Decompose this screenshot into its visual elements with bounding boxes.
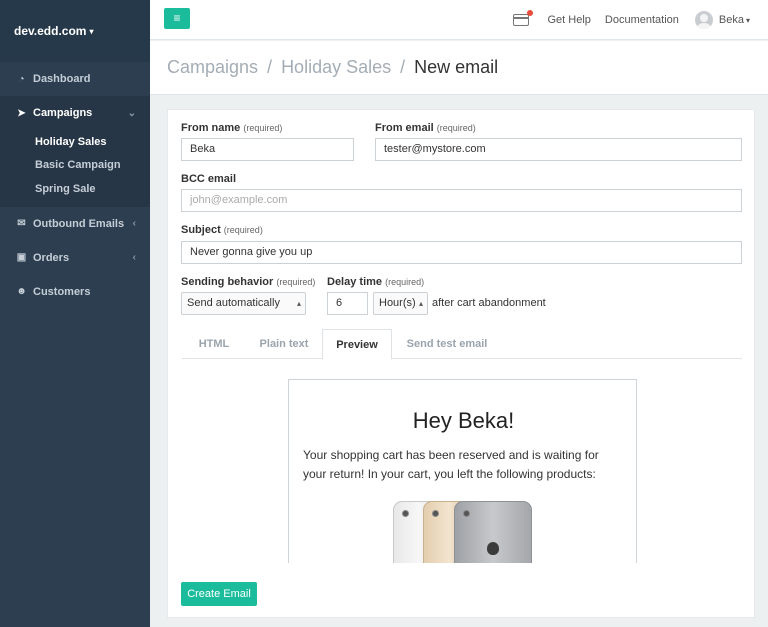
camera-icon (402, 510, 409, 517)
nav-orders[interactable]: ▣ Orders ‹ (0, 241, 150, 275)
money-icon: ▣ (16, 252, 27, 263)
nav-campaigns[interactable]: ➤ Campaigns ⌄ (0, 96, 150, 130)
dashboard-icon: ◔ (18, 73, 25, 85)
paper-plane-icon: ➤ (17, 107, 26, 119)
subject-input[interactable]: Never gonna give you up (181, 241, 742, 264)
delay-time-input[interactable]: 6 (327, 292, 368, 315)
delay-unit-select[interactable]: Hour(s) ▴ (373, 292, 428, 315)
nav-dashboard[interactable]: ◔ Dashboard (0, 62, 150, 96)
page-title: New email (414, 57, 499, 77)
caret-down-icon: ▾ (89, 26, 94, 36)
delay-unit-value: Hour(s) (379, 297, 416, 309)
documentation-link[interactable]: Documentation (605, 14, 679, 26)
required-hint: (required) (385, 277, 425, 287)
preview-heading: Hey Beka! (412, 408, 515, 433)
nav-outbound-emails[interactable]: ✉ Outbound Emails ‹ (0, 207, 150, 241)
store-switcher[interactable]: dev.edd.com ▾ (0, 0, 150, 62)
tab-html[interactable]: HTML (182, 329, 246, 359)
camera-icon (432, 510, 439, 517)
create-email-button[interactable]: Create Email (181, 582, 257, 606)
subject-label-text: Subject (181, 224, 221, 236)
from-name-label: From name (required) (181, 122, 282, 134)
chevron-left-icon: ‹ (132, 218, 136, 229)
credit-card-icon[interactable] (513, 10, 534, 26)
campaigns-group: ➤ Campaigns ⌄ Holiday Sales Basic Campai… (0, 96, 150, 207)
email-preview: Hey Beka! Your shopping cart has been re… (288, 379, 637, 563)
required-hint: (required) (276, 277, 316, 287)
product-image-gray-phone (454, 501, 532, 563)
breadcrumb-separator: / (267, 57, 273, 77)
email-form-card: From name (required) Beka From email (re… (167, 109, 755, 618)
sending-behavior-value: Send automatically (187, 297, 280, 309)
from-email-input[interactable]: tester@mystore.com (375, 138, 742, 161)
editor-tabs: HTML Plain text Preview Send test email (182, 329, 742, 360)
delay-time-label-text: Delay time (327, 276, 383, 288)
tab-preview[interactable]: Preview (322, 329, 392, 360)
nav-customers-label: Customers (33, 285, 91, 298)
nav-dashboard-label: Dashboard (33, 73, 91, 85)
required-hint: (required) (223, 225, 263, 235)
topbar-right: Get Help Documentation Beka ▾ (513, 0, 750, 40)
sending-behavior-select[interactable]: Send automatically ▴ (181, 292, 306, 315)
required-hint: (required) (436, 123, 476, 133)
users-icon: ☻ (16, 286, 27, 297)
avatar[interactable] (694, 11, 713, 29)
camera-icon (463, 510, 470, 517)
notification-dot (527, 10, 534, 16)
store-name: dev.edd.com (14, 24, 87, 38)
sidebar: dev.edd.com ▾ ◔ Dashboard ➤ Campaigns ⌄ … (0, 0, 150, 627)
nav-customers[interactable]: ☻ Customers (0, 275, 150, 309)
nav-orders-label: Orders (33, 251, 70, 264)
preview-body: Your shopping cart has been reserved and… (303, 448, 599, 481)
after-abandonment-text: after cart abandonment (432, 297, 546, 309)
required-hint: (required) (243, 123, 283, 133)
breadcrumb-campaigns[interactable]: Campaigns (167, 57, 258, 78)
sending-behavior-label: Sending behavior (required) (181, 276, 315, 288)
bcc-email-label: BCC email (181, 173, 237, 185)
breadcrumb: Campaigns / Holiday Sales / New email (150, 41, 768, 95)
get-help-link[interactable]: Get Help (547, 14, 590, 26)
from-name-input[interactable]: Beka (181, 138, 354, 161)
tab-send-test-email[interactable]: Send test email (392, 329, 502, 359)
nav-campaigns-label: Campaigns (33, 107, 93, 119)
chevron-left-icon: ‹ (132, 252, 136, 263)
updown-arrow-icon: ▴ (418, 299, 423, 308)
apple-logo-icon (487, 542, 499, 555)
breadcrumb-holiday-sales[interactable]: Holiday Sales (281, 57, 391, 78)
subject-label: Subject (required) (181, 224, 263, 236)
chevron-down-icon: ⌄ (127, 107, 136, 119)
updown-arrow-icon: ▴ (296, 299, 301, 308)
bcc-email-input[interactable]: john@example.com (181, 189, 742, 212)
sidebar-item-holiday-sales[interactable]: Holiday Sales (0, 130, 150, 154)
sending-behavior-label-text: Sending behavior (181, 276, 274, 288)
envelope-icon: ✉ (17, 218, 26, 229)
user-menu[interactable]: Beka (719, 14, 744, 26)
nav-outbound-label: Outbound Emails (33, 217, 125, 230)
from-email-label-text: From email (375, 122, 434, 134)
tab-plain-text[interactable]: Plain text (246, 329, 322, 359)
from-name-label-text: From name (181, 122, 241, 134)
sidebar-item-basic-campaign[interactable]: Basic Campaign (0, 154, 150, 178)
topbar: ≡ Get Help Documentation Beka ▾ (150, 0, 768, 40)
caret-down-icon: ▾ (745, 15, 750, 25)
menu-toggle-button[interactable]: ≡ (164, 8, 190, 29)
sidebar-item-spring-sale[interactable]: Spring Sale (0, 177, 150, 201)
from-email-label: From email (required) (375, 122, 476, 134)
breadcrumb-separator: / (400, 57, 406, 77)
delay-time-label: Delay time (required) (327, 276, 424, 288)
